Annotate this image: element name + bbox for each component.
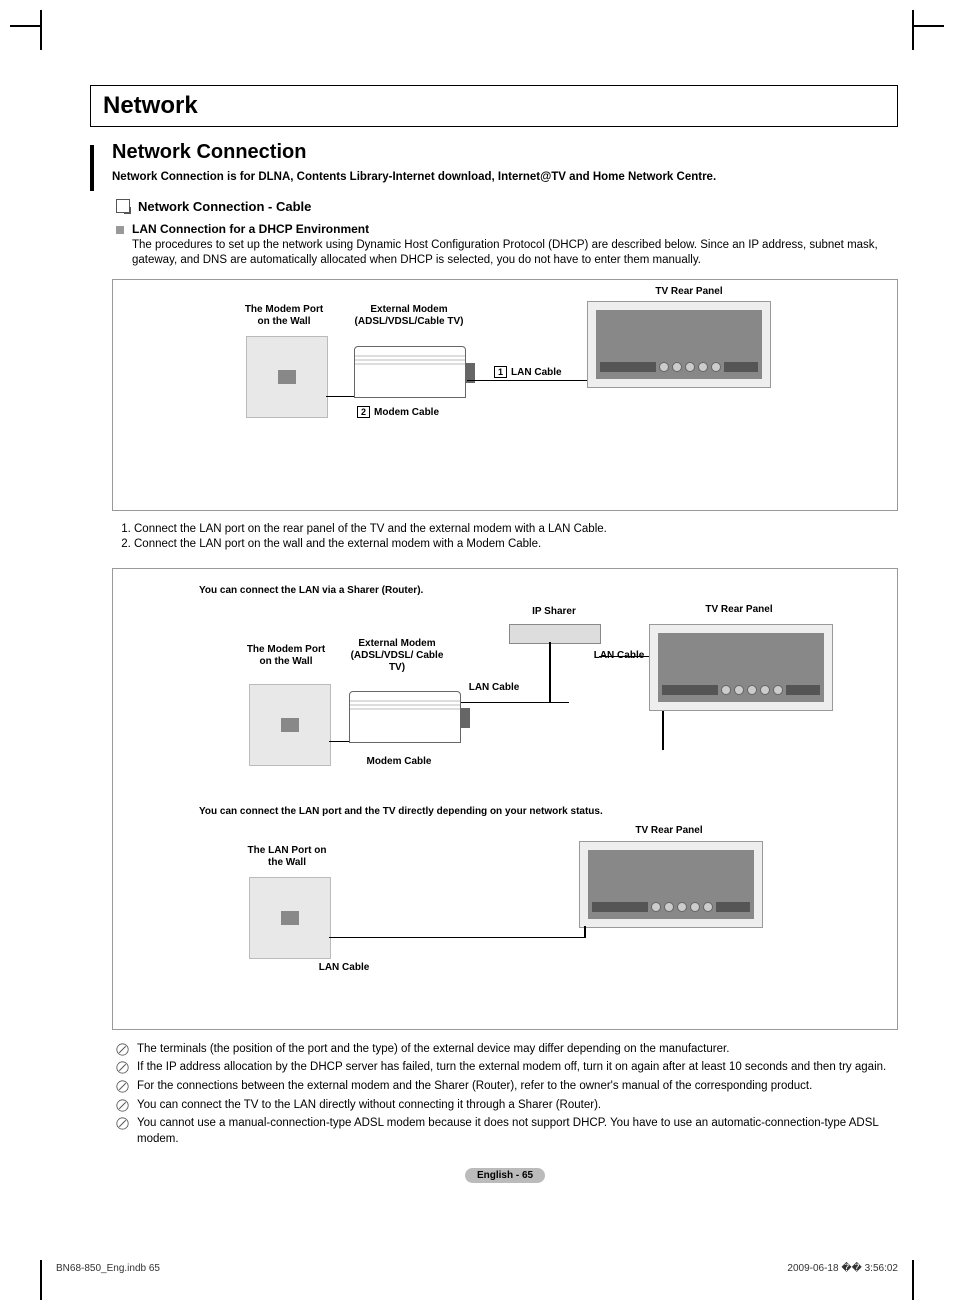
note-4-text: You can connect the TV to the LAN direct… (137, 1098, 601, 1114)
steps-list: Connect the LAN port on the rear panel o… (112, 523, 898, 550)
d1-tv-rear-label: TV Rear Panel (629, 286, 749, 298)
d2-modem-cable-label: Modem Cable (359, 756, 439, 768)
note-3: For the connections between the external… (112, 1079, 898, 1095)
note-1-text: The terminals (the position of the port … (137, 1042, 729, 1058)
note-icon (116, 1099, 129, 1112)
d1-modem-cable-label: Modem Cable (374, 407, 439, 418)
note-2: If the IP address allocation by the DHCP… (112, 1060, 898, 1076)
note-icon (116, 1117, 129, 1130)
diagram-1: The Modem Port on the Wall External Mode… (112, 279, 898, 511)
wall-outlet-icon (246, 336, 328, 418)
page-number-badge: English - 65 (465, 1168, 545, 1183)
wall-outlet-icon-3 (249, 877, 331, 959)
diagram-2: You can connect the LAN via a Sharer (Ro… (112, 568, 898, 1030)
step-2: Connect the LAN port on the wall and the… (134, 538, 898, 550)
d2-caption2: You can connect the LAN port and the TV … (129, 806, 881, 817)
subsection-description: Network Connection is for DLNA, Contents… (112, 170, 898, 185)
lan-dhcp-title: LAN Connection for a DHCP Environment (132, 222, 369, 236)
d2-lan-cable-label-3: LAN Cable (309, 962, 379, 974)
note-4: You can connect the TV to the LAN direct… (112, 1098, 898, 1114)
ip-sharer-icon (509, 624, 601, 644)
section-title: Network (103, 92, 885, 120)
d2-ip-sharer-label: IP Sharer (519, 606, 589, 618)
note-icon (116, 1061, 129, 1074)
wall-outlet-icon-2 (249, 684, 331, 766)
tv-rear-panel-icon (587, 301, 771, 388)
note-3-text: For the connections between the external… (137, 1079, 812, 1095)
subsection-title: Network Connection (112, 141, 898, 164)
tv-rear-panel-icon-3 (579, 841, 763, 928)
modem-icon-2 (349, 691, 461, 743)
d2-tv-rear-label: TV Rear Panel (689, 604, 789, 616)
d1-external-modem-label: External Modem (ADSL/VDSL/Cable TV) (349, 304, 469, 328)
section-title-box: Network (90, 85, 898, 127)
note-2-text: If the IP address allocation by the DHCP… (137, 1060, 886, 1076)
modem-cable-label-box: 2 Modem Cable (357, 406, 439, 418)
note-icon (116, 1080, 129, 1093)
lan-cable-num: 1 (494, 366, 507, 378)
note-1: The terminals (the position of the port … (112, 1042, 898, 1058)
lan-cable-label-box: 1 LAN Cable (494, 366, 562, 378)
step-1: Connect the LAN port on the rear panel o… (134, 523, 898, 535)
note-5: You cannot use a manual-connection-type … (112, 1116, 898, 1147)
d1-modem-port-label: The Modem Port on the Wall (239, 304, 329, 328)
doc-footer-left: BN68-850_Eng.indb 65 (56, 1263, 160, 1274)
d2-modem-port-label: The Modem Port on the Wall (241, 644, 331, 668)
d2-tv-rear-label-2: TV Rear Panel (619, 825, 719, 837)
d1-lan-cable-label: LAN Cable (511, 367, 562, 378)
doc-footer-right: 2009-06-18 �� 3:56:02 (787, 1263, 898, 1274)
modem-cable-num: 2 (357, 406, 370, 418)
note-icon (116, 1043, 129, 1056)
d2-external-modem-label: External Modem (ADSL/VDSL/ Cable TV) (347, 638, 447, 674)
d2-caption1: You can connect the LAN via a Sharer (Ro… (129, 585, 881, 596)
d2-lan-port-label: The LAN Port on the Wall (247, 845, 327, 869)
tv-rear-panel-icon-2 (649, 624, 833, 711)
square-bullet-icon (116, 226, 124, 234)
modem-icon (354, 346, 466, 398)
note-5-text: You cannot use a manual-connection-type … (137, 1116, 898, 1147)
d2-lan-cable-label-2: LAN Cable (459, 682, 529, 694)
lan-dhcp-body: The procedures to set up the network usi… (112, 238, 898, 269)
checkbox-icon (116, 199, 130, 213)
cable-section-title: Network Connection - Cable (138, 199, 311, 214)
